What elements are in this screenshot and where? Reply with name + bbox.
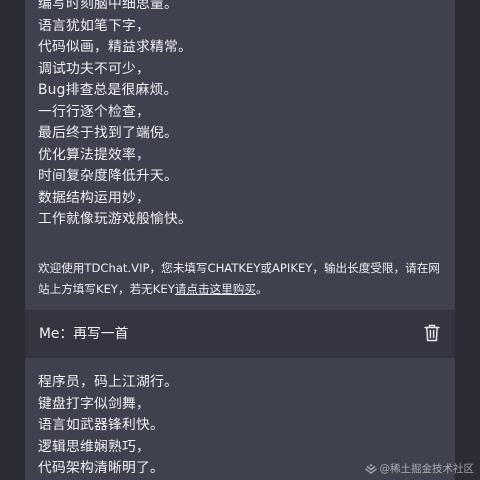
poem-text: 编写时刻脑中细思量。 语言犹如笔下字， 代码似画，精益求精常。 调试功夫不可少，… <box>38 0 443 231</box>
juejin-logo-icon <box>364 463 377 474</box>
poem-line: 语言如武器锋利快。 <box>38 417 164 433</box>
left-margin <box>0 0 25 480</box>
key-notice: 欢迎使用TDChat.VIP，您未填写CHATKEY或APIKEY，输出长度受限… <box>38 258 446 300</box>
watermark-text: @稀土掘金技术社区 <box>379 463 475 475</box>
poem-line: 键盘打字似剑舞， <box>38 395 150 412</box>
user-message: Me：再写一首 <box>25 310 455 358</box>
poem-line: 程序员，码上江湖行。 <box>38 374 178 390</box>
poem-line: 时间复杂度降低升天。 <box>38 168 178 184</box>
watermark: @稀土掘金技术社区 <box>364 461 475 476</box>
user-message-label: Me：再写一首 <box>39 326 129 342</box>
poem-line: 编写时刻脑中细思量。 <box>38 0 178 12</box>
poem-line: 一行行逐个检查， <box>38 103 150 120</box>
poem-line: 工作就像玩游戏般愉快。 <box>38 211 192 227</box>
poem-line: 语言犹如笔下字， <box>38 17 150 34</box>
poem-line: 代码似画，精益求精常。 <box>38 39 192 55</box>
assistant-message: 编写时刻脑中细思量。 语言犹如笔下字， 代码似画，精益求精常。 调试功夫不可少，… <box>25 0 455 310</box>
notice-end: 。 <box>255 282 268 296</box>
poem-line: 优化算法提效率， <box>38 146 150 163</box>
poem-line: 逻辑思维娴熟巧， <box>38 438 150 455</box>
buy-key-link[interactable]: 请点击这里购买 <box>175 282 256 296</box>
poem-line: 最后终于找到了端倪。 <box>38 125 178 141</box>
trash-icon[interactable] <box>424 324 440 342</box>
poem-line: Bug排查总是很麻烦。 <box>38 82 178 98</box>
poem-line: 数据结构运用妙， <box>38 189 150 206</box>
chat-screen: 编写时刻脑中细思量。 语言犹如笔下字， 代码似画，精益求精常。 调试功夫不可少，… <box>0 0 480 480</box>
poem-line: 调试功夫不可少， <box>38 60 150 77</box>
right-margin <box>455 0 480 480</box>
